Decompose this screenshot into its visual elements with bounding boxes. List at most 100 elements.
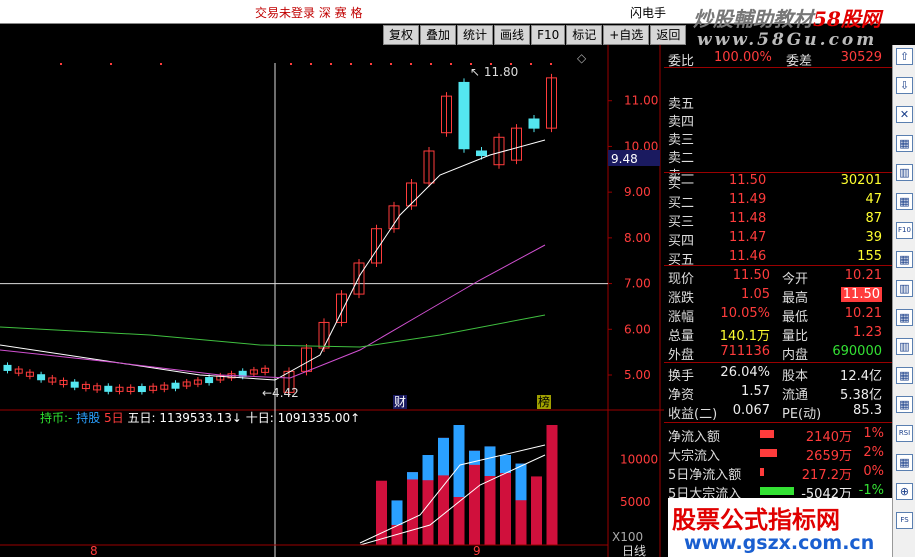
legend-item-1: 持股	[72, 410, 100, 425]
tool-icon[interactable]: ▦	[896, 135, 913, 152]
indicator-legend: 持币:- 持股 5日 五日: 1139533.13↓ 十日: 1091335.0…	[40, 410, 360, 425]
watermark-site: www.gszx.com.cn	[684, 532, 875, 554]
watermark-logo: 炒股輔助教材58股网	[693, 7, 881, 31]
weibi-row: 委比 100.00% 委差 30529	[668, 50, 882, 69]
FS-icon[interactable]: FS	[896, 512, 913, 529]
bid-row-2: 买二 11.49 47	[668, 192, 882, 211]
watermark-url: www.58Gu.com	[697, 30, 878, 50]
stat-row-1: 涨跌 1.05 最高 11.50	[668, 287, 882, 306]
event-dot-10	[430, 63, 432, 65]
quote-separator-2	[664, 265, 892, 266]
volume-bar-blue-5	[453, 425, 465, 497]
toolbar-button-7[interactable]: 返回	[650, 25, 687, 45]
low-price-label: ←4.42	[262, 386, 299, 400]
candle-old-0	[3, 364, 12, 371]
volume-bar-2	[407, 472, 418, 545]
flow-bar-1	[760, 449, 777, 457]
crosshair-price: 9.48	[611, 152, 638, 166]
tool-icon[interactable]: ▦	[896, 251, 913, 268]
toolbar-button-3[interactable]: 画线	[494, 25, 531, 45]
flow-row-0: 净流入额 2140万 1%	[668, 426, 884, 445]
quick-trade-label[interactable]: 闪电手	[630, 4, 666, 21]
ask-row-3: 卖三	[668, 133, 695, 148]
toolbar-button-6[interactable]: +自选	[603, 25, 650, 45]
volume-axis-label: 5000	[620, 495, 651, 509]
toolbar-button-5[interactable]: 标记	[566, 25, 603, 45]
legend-item-0: 持币:-	[40, 410, 72, 425]
candle-old-3	[37, 374, 46, 381]
up-arrow-icon[interactable]: ⇧	[896, 48, 913, 65]
tool-icon[interactable]: ▦	[896, 367, 913, 384]
price-axis-label: 8.00	[624, 231, 651, 245]
tool-icon[interactable]: ▦	[896, 193, 913, 210]
volume-bar-10	[531, 476, 542, 545]
flow-bar-0	[760, 430, 774, 438]
price-axis-label: 9.00	[624, 185, 651, 199]
tool-icon[interactable]: ▦	[896, 454, 913, 471]
down-arrow-icon[interactable]: ⇩	[896, 77, 913, 94]
bid-row-1: 买一 11.50 30201	[668, 173, 882, 192]
ask-row-4: 卖四	[668, 115, 695, 130]
flow-bar-2	[760, 468, 764, 476]
volume-bar-blue-1	[391, 500, 403, 525]
event-dot-11	[450, 63, 452, 65]
login-status: 交易未登录 深 赛 格	[255, 6, 363, 20]
x-axis-label-aug: 8	[90, 544, 98, 557]
toolbar-button-2[interactable]: 统计	[457, 25, 494, 45]
volume-bar-blue-8	[500, 455, 511, 473]
price-axis-label: 5.00	[624, 368, 651, 382]
ask-row-2: 卖二	[668, 151, 695, 166]
event-marker-cai: 财	[394, 395, 406, 409]
chart-icon[interactable]: ▥	[896, 280, 913, 297]
candle-old-12	[137, 386, 146, 393]
flow-bar-3	[760, 487, 794, 495]
add-icon[interactable]: ⊕	[896, 483, 913, 500]
close-icon[interactable]: ✕	[896, 106, 913, 123]
event-dot-4	[310, 63, 312, 65]
candle-old-6	[70, 381, 79, 388]
quote-panel: 委比 100.00% 委差 30529 卖五 卖四 卖三 卖二 卖一 买一 11.50 30201 买二…	[664, 45, 892, 557]
stat-row-0: 现价 11.50 今开 10.21	[668, 268, 882, 287]
watermark-title: 股票公式指标网	[672, 506, 840, 534]
event-dot-15	[530, 63, 532, 65]
toolbar-button-1[interactable]: 叠加	[420, 25, 457, 45]
chart-icon[interactable]: ▥	[896, 338, 913, 355]
candle-old-15	[171, 382, 180, 389]
candle-14	[528, 118, 540, 129]
toolbar-button-4[interactable]: F10	[531, 25, 566, 45]
chart-toolbar: 复权 叠加 统计 画线 F10 标记 +自选 返回	[383, 25, 687, 45]
kline-chart[interactable]: 11.0010.009.008.007.006.005.00◇9.48↖ 11.…	[0, 45, 664, 557]
ask-row-5: 卖五	[668, 97, 695, 112]
price-axis-label: 11.00	[624, 94, 658, 108]
RSI-icon[interactable]: RSI	[896, 425, 913, 442]
fund-row-2: 收益(二) 0.067 PE(动) 85.3	[668, 403, 882, 422]
event-dot-6	[350, 63, 352, 65]
event-dot-8	[390, 63, 392, 65]
tool-icon[interactable]: ▦	[896, 309, 913, 326]
period-label: 日线	[622, 544, 646, 557]
volume-unit: X100	[612, 530, 643, 544]
stat-row-2: 涨幅 10.05% 最低 10.21	[668, 306, 882, 325]
candle-10	[458, 81, 470, 150]
chart-background	[0, 45, 664, 557]
volume-bar-blue-9	[515, 463, 527, 501]
quote-separator-4	[664, 422, 892, 423]
candle-old-9	[104, 385, 113, 392]
flow-row-1: 大宗流入 2659万 2%	[668, 445, 884, 464]
F10-icon[interactable]: F10	[896, 222, 913, 239]
title-bar: 交易未登录 深 赛 格 闪电手 炒股輔助教材58股网	[0, 0, 915, 31]
bid-row-3: 买三 11.48 87	[668, 211, 882, 230]
volume-axis-label: 10000	[620, 452, 658, 466]
event-dot-2	[160, 63, 162, 65]
chart-icon[interactable]: ▥	[896, 164, 913, 181]
flow-row-2: 5日净流入额 217.2万 0%	[668, 464, 884, 483]
price-axis-label: 7.00	[624, 277, 651, 291]
event-marker-bang: 榜	[538, 394, 550, 409]
tool-icon[interactable]: ▦	[896, 396, 913, 413]
stat-row-4: 外盘 711136 内盘 690000	[668, 344, 882, 363]
volume-bar-0	[376, 480, 387, 545]
legend-item-2: 5日	[100, 411, 123, 425]
diamond-icon: ◇	[577, 51, 587, 65]
toolbar-button-0[interactable]: 复权	[383, 25, 420, 45]
volume-bar-blue-7	[484, 446, 496, 476]
